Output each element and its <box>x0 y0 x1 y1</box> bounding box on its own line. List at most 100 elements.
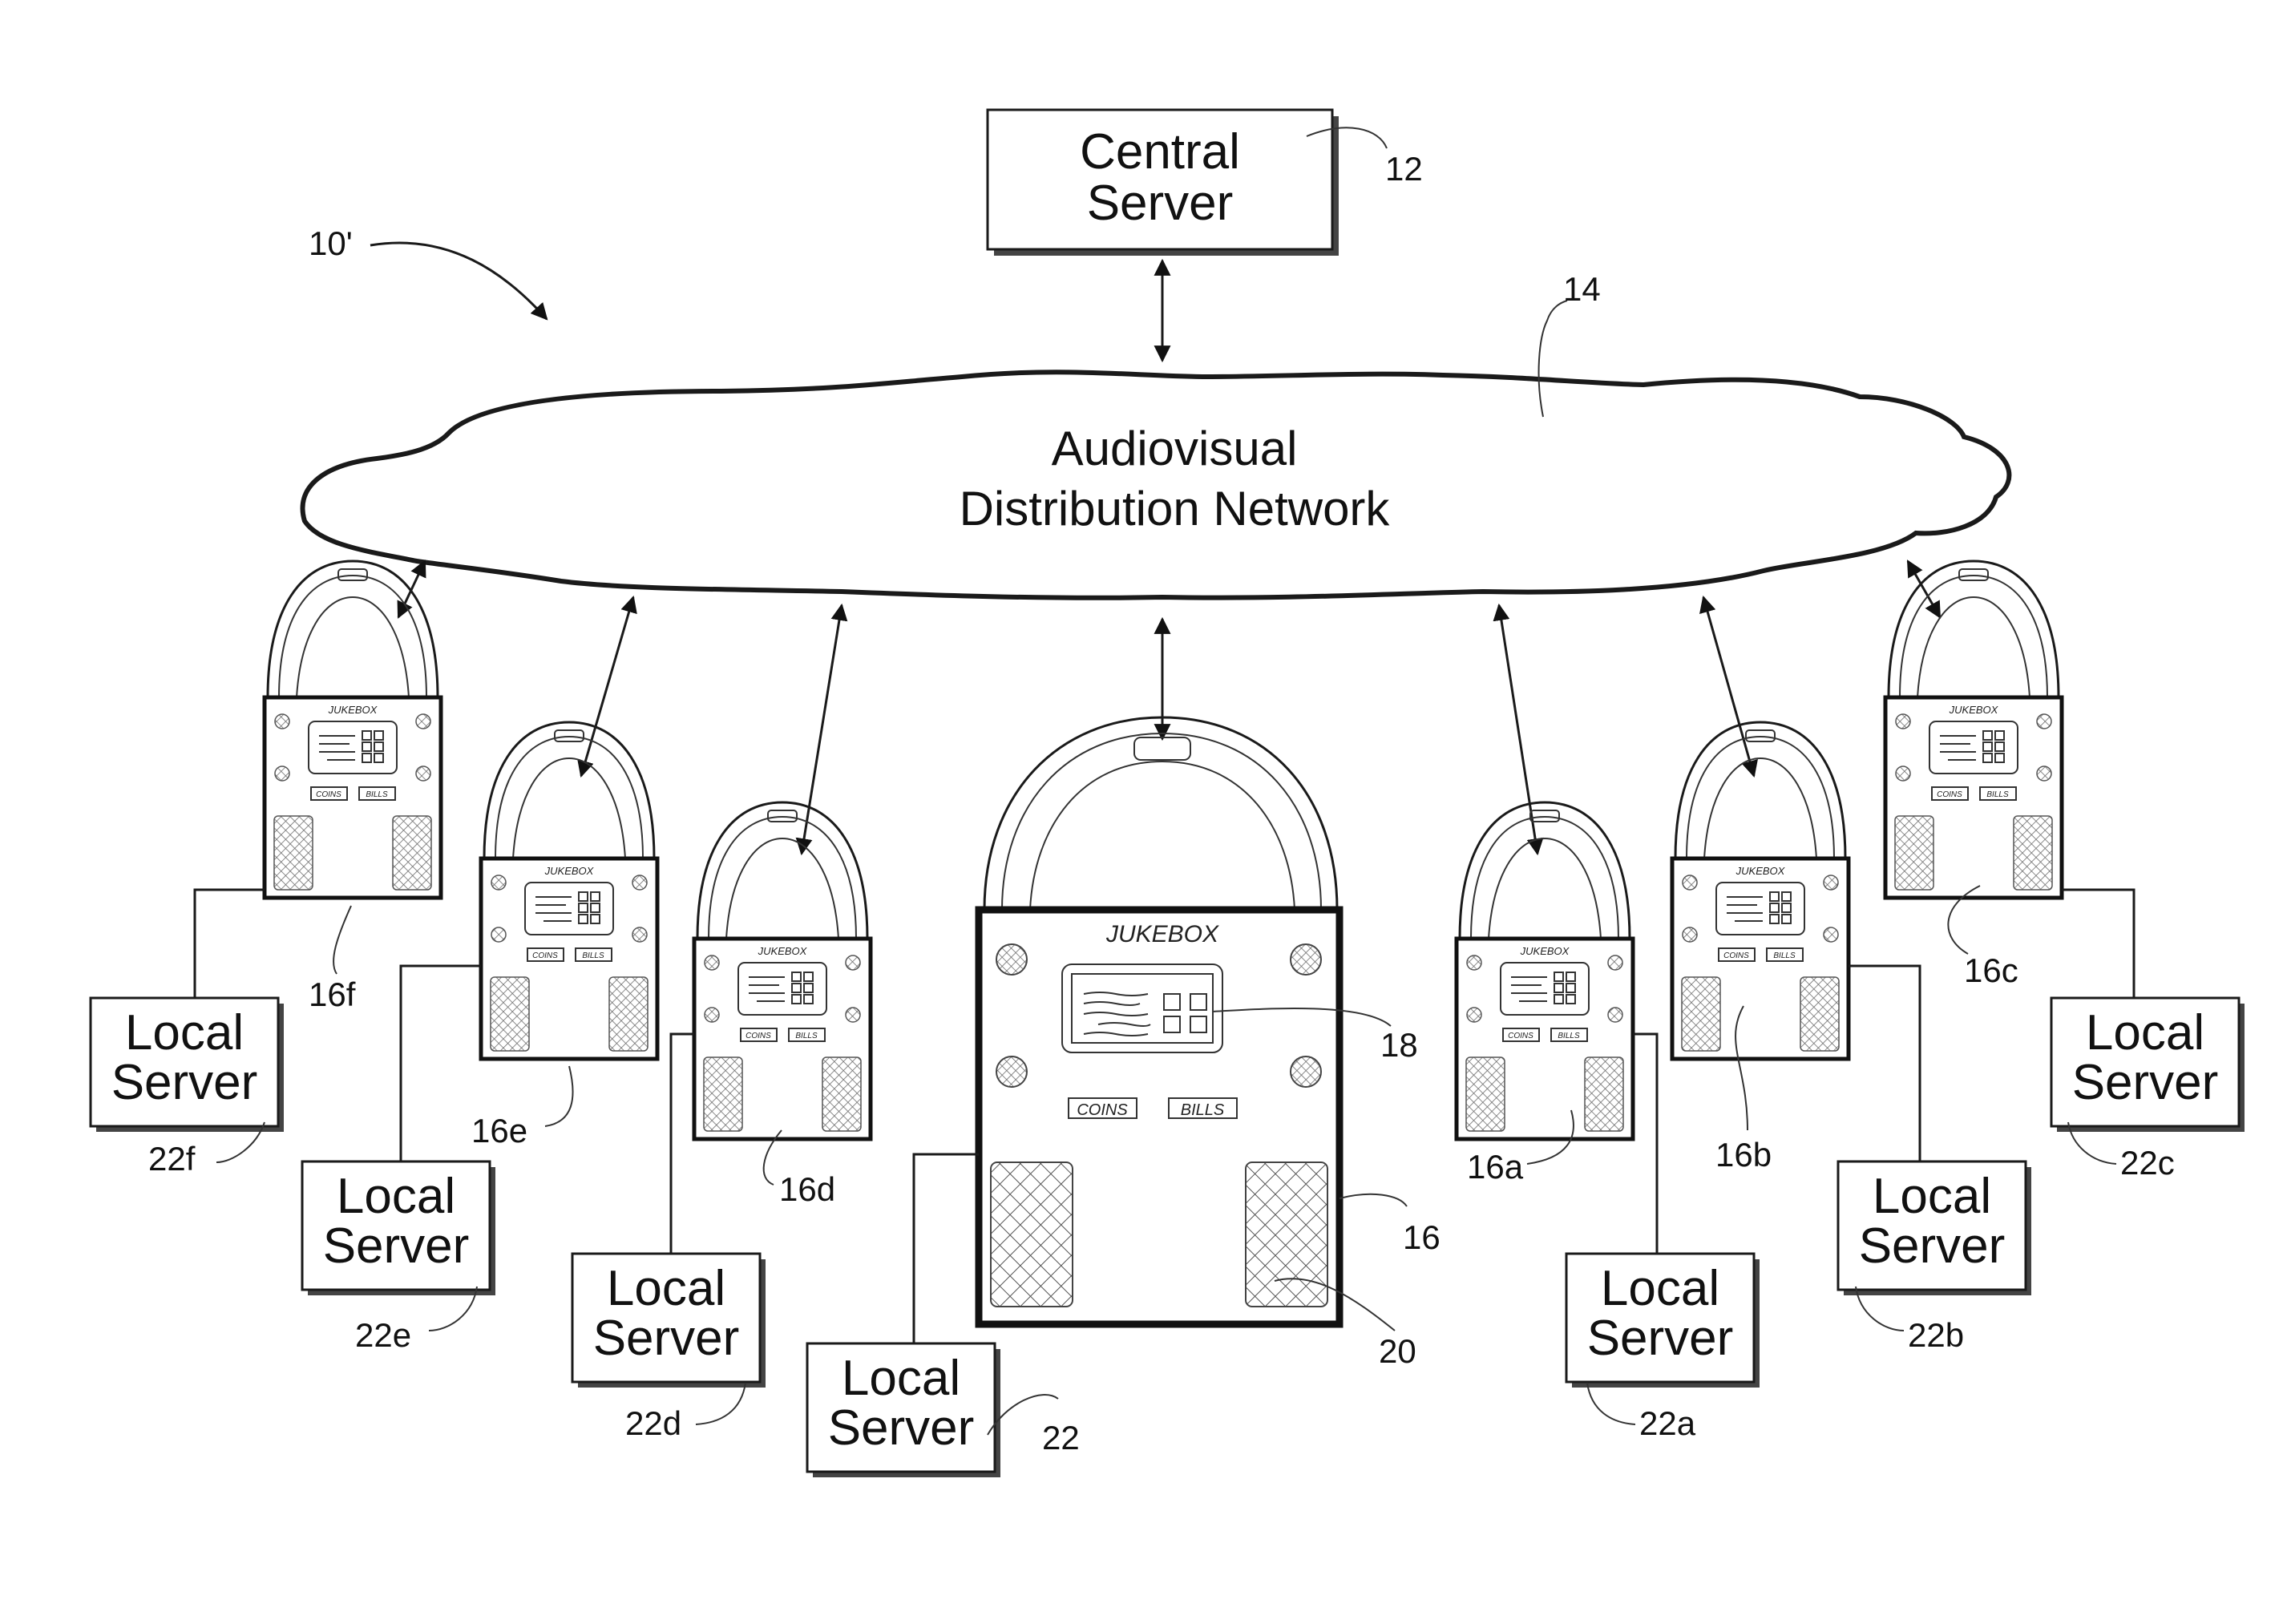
jukebox-dome <box>696 801 869 939</box>
local-server-ref: 22b <box>1908 1316 1964 1354</box>
speaker-left <box>990 1161 1073 1307</box>
bolt-icon <box>1682 875 1698 891</box>
local-server-link <box>1633 1032 1659 1254</box>
jukebox-coins-label: COINS <box>1723 951 1749 960</box>
jukebox-16f: JUKEBOX COINS BILLS 16f LocalServer 22f <box>89 560 443 1178</box>
speaker-left <box>1681 976 1721 1052</box>
network-label-line2: Distribution Network <box>960 482 1391 535</box>
network-cloud: Audiovisual Distribution Network <box>300 370 2012 600</box>
bolt-icon <box>2036 713 2052 729</box>
bolt-icon <box>1466 955 1482 971</box>
network-diagram: 10' Central Server 12 Audiovisual Distri… <box>89 108 2245 1477</box>
local-server-link <box>669 1032 694 1254</box>
speaker-left <box>273 815 313 891</box>
jukebox-bills-label: BILLS <box>1986 790 2009 799</box>
local-server-ref: 22f <box>148 1140 196 1178</box>
bolt-icon <box>1290 1056 1322 1088</box>
jukebox-16d-link <box>795 603 848 856</box>
local-server-label-line1: Local <box>1601 1261 1719 1316</box>
local-server-label-line2: Server <box>1859 1218 2006 1274</box>
speaker-left <box>1894 815 1934 891</box>
local-server-link <box>2062 888 2135 998</box>
main-local-server: Local Server <box>806 1342 1000 1477</box>
local-server-label-line1: Local <box>2086 1005 2204 1060</box>
local-server-label-line2: Server <box>1587 1311 1734 1366</box>
local-server-label-line2: Server <box>323 1218 470 1274</box>
bolt-icon <box>632 875 648 891</box>
speaker-right <box>2013 815 2053 891</box>
bolt-icon <box>1895 766 1911 782</box>
jukebox-dome-arc <box>1703 757 1817 859</box>
jukebox-ref-leader <box>333 905 352 975</box>
jukebox-dome-inner <box>1686 735 1835 859</box>
main-jukebox-ref-leader <box>1339 1193 1408 1207</box>
speaker-left <box>703 1056 743 1132</box>
bolt-icon <box>1895 713 1911 729</box>
jukebox-title: JUKEBOX <box>758 945 808 957</box>
bolt-icon <box>704 1007 720 1023</box>
jukebox-16b-link <box>1699 595 1758 778</box>
bolt-icon <box>704 955 720 971</box>
speaker-right <box>608 976 649 1052</box>
jukebox-ref: 16d <box>779 1170 835 1208</box>
jukebox-coins-label: COINS <box>745 1032 771 1040</box>
jukebox-ref: 16c <box>1964 951 2018 989</box>
network-label-line1: Audiovisual <box>1052 422 1298 475</box>
local-server-label-line2: Server <box>111 1055 258 1110</box>
bolt-icon <box>1607 1007 1623 1023</box>
display-ref: 18 <box>1380 1026 1418 1064</box>
bolt-icon <box>1823 875 1839 891</box>
jukebox-bills-label: BILLS <box>1558 1032 1580 1040</box>
bolt-icon <box>1823 927 1839 943</box>
jukebox-title: JUKEBOX <box>1520 945 1570 957</box>
jukebox-16c: JUKEBOX COINS BILLS 16c LocalServer 22c <box>1883 560 2245 1182</box>
bolt-icon <box>996 1056 1028 1088</box>
jukebox-dome-arc <box>725 837 839 939</box>
jukebox-dome-inner <box>278 574 427 698</box>
jukebox-bills-label: BILLS <box>582 951 604 960</box>
main-local-server-label-line2: Server <box>828 1400 975 1456</box>
main-local-server-ref: 22 <box>1042 1419 1080 1456</box>
central-server: Central Server <box>986 108 1339 256</box>
bolt-icon <box>415 713 431 729</box>
local-server-ref-leader <box>695 1382 746 1425</box>
bolt-icon <box>2036 766 2052 782</box>
jukebox-title: JUKEBOX <box>1735 865 1786 877</box>
local-server-ref: 22c <box>2120 1144 2175 1182</box>
jukebox-ref: 16a <box>1467 1148 1524 1186</box>
jukebox-16a-link <box>1493 603 1544 856</box>
main-jukebox-ref: 16 <box>1403 1218 1440 1256</box>
jukebox-dome-inner <box>1470 815 1619 939</box>
jukebox-dome <box>1458 801 1631 939</box>
central-server-label-line1: Central <box>1080 124 1240 180</box>
figure-label: 10' <box>309 224 353 262</box>
speaker-right <box>1800 976 1840 1052</box>
jukebox-coins-label: COINS <box>1937 790 1962 799</box>
central-server-ref: 12 <box>1385 150 1423 188</box>
jukebox-dome-arc <box>1917 596 2030 698</box>
jukebox-bills-label: BILLS <box>366 790 388 799</box>
bolt-icon <box>274 713 290 729</box>
bolt-icon <box>491 875 507 891</box>
local-server-22d: LocalServer <box>571 1252 766 1388</box>
local-server-22b: LocalServer <box>1836 1160 2031 1295</box>
jukebox-ref: 16e <box>471 1112 527 1149</box>
jukebox-dome-arc <box>296 596 410 698</box>
bolt-icon <box>1466 1007 1482 1023</box>
local-server-label-line1: Local <box>607 1261 725 1316</box>
speaker-right <box>1584 1056 1624 1132</box>
speaker-right <box>1245 1161 1328 1307</box>
local-server-22a: LocalServer <box>1565 1252 1760 1388</box>
central-server-label-line2: Server <box>1087 176 1234 231</box>
jukebox-title: JUKEBOX <box>328 704 378 716</box>
local-server-label-line1: Local <box>125 1005 244 1060</box>
local-server-22c: LocalServer <box>2050 996 2245 1132</box>
jukebox-dome-inner <box>1899 574 2048 698</box>
main-jukebox-coins-label: COINS <box>1077 1101 1128 1119</box>
jukebox-title: JUKEBOX <box>544 865 595 877</box>
local-server-ref: 22e <box>355 1316 411 1354</box>
network-ref: 14 <box>1563 270 1601 308</box>
jukebox-dome <box>1674 721 1847 859</box>
jukebox-coins-label: COINS <box>316 790 341 799</box>
local-server-ref: 22a <box>1639 1404 1696 1442</box>
